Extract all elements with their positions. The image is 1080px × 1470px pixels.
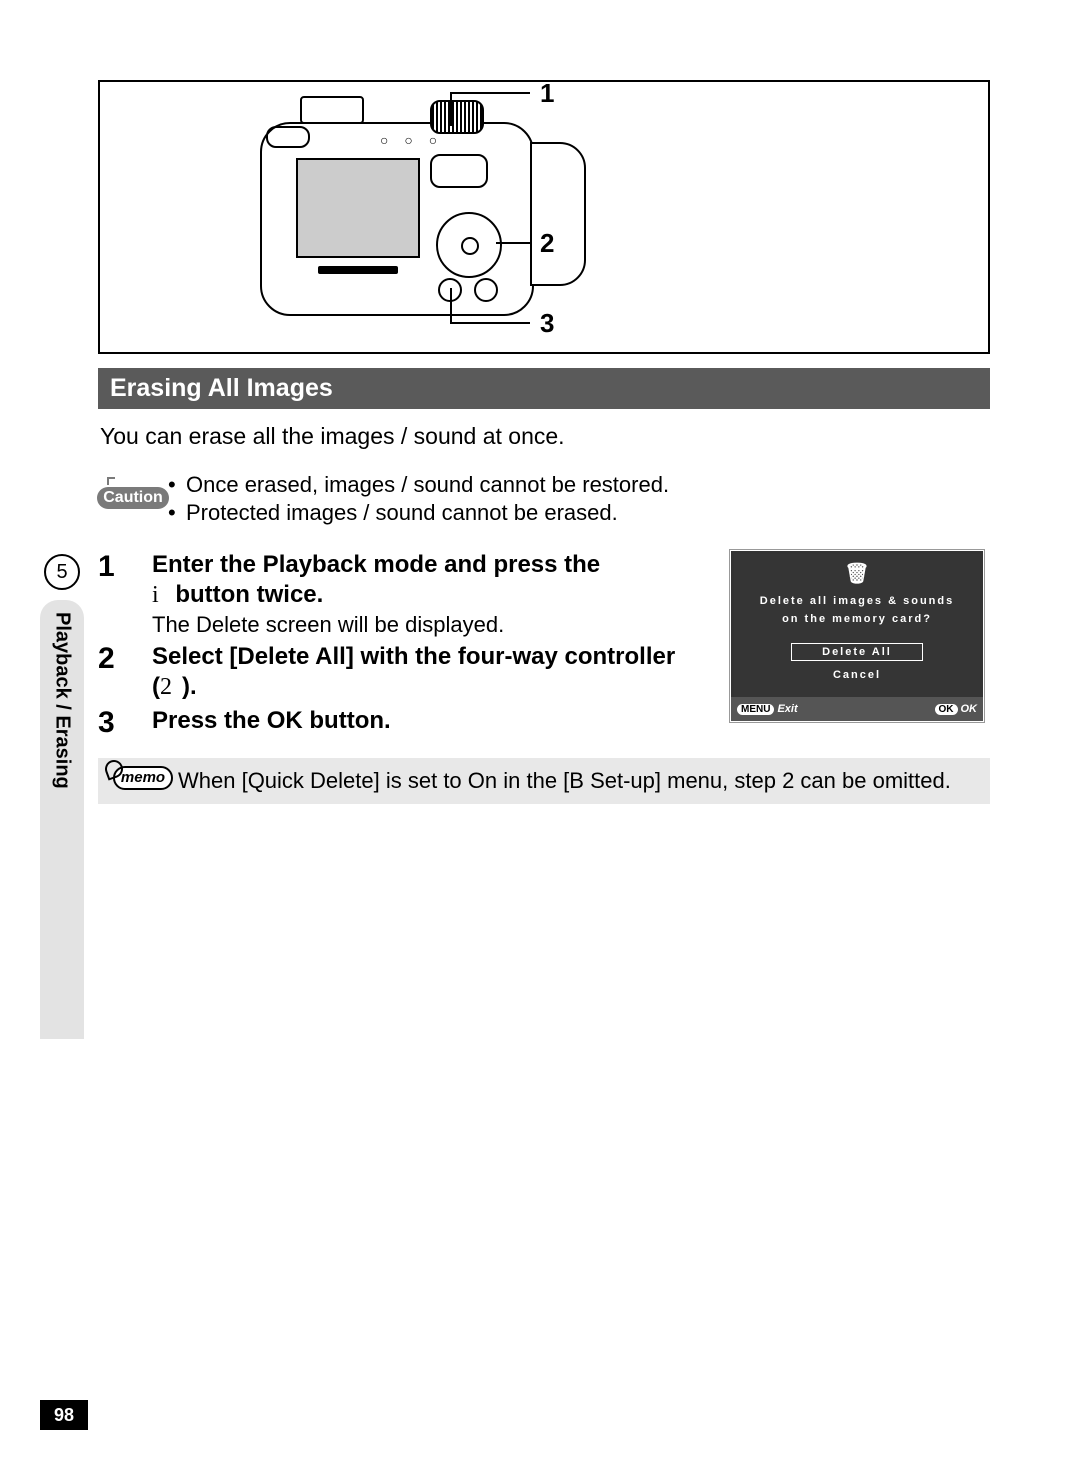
chapter-label: Playback / Erasing <box>51 612 74 789</box>
memo-icon: memo <box>113 766 173 790</box>
lcd-line1: Delete all images & sounds <box>731 595 983 607</box>
lcd-option-cancel: Cancel <box>791 667 923 683</box>
step-1: 1 Enter the Playback mode and press the … <box>98 550 720 638</box>
camera-figure: ○ ○ ○ 1 2 3 <box>98 80 990 354</box>
section-heading: Erasing All Images <box>98 368 990 409</box>
page-number: 98 <box>40 1400 88 1430</box>
lcd-menu-exit: MENUExit <box>737 703 798 715</box>
lcd-option-delete-all: Delete All <box>791 643 923 661</box>
trash-icon: 🗑 <box>731 561 983 586</box>
figure-callout-1: 1 <box>540 78 554 109</box>
lcd-ok: OKOK <box>935 703 978 715</box>
camera-lcd-preview: 🗑 Delete all images & sounds on the memo… <box>730 550 984 722</box>
caution-block: Caution Once erased, images / sound cann… <box>98 470 990 528</box>
camera-illustration: ○ ○ ○ <box>260 102 560 322</box>
section-intro: You can erase all the images / sound at … <box>100 423 990 450</box>
step-2: 2 Select [Delete All] with the four-way … <box>98 642 720 702</box>
figure-callout-3: 3 <box>540 308 554 339</box>
lcd-line2: on the memory card? <box>731 613 983 625</box>
caution-item: Once erased, images / sound cannot be re… <box>168 472 669 498</box>
memo-block: memo When [Quick Delete] is set to On in… <box>98 758 990 804</box>
caution-icon: Caution <box>97 487 169 509</box>
figure-callout-2: 2 <box>540 228 554 259</box>
chapter-number: 5 <box>44 554 80 590</box>
caution-item: Protected images / sound cannot be erase… <box>168 500 669 526</box>
step-3: 3 Press the OK button. <box>98 706 720 740</box>
memo-text: When [Quick Delete] is set to On in the … <box>178 766 951 796</box>
chapter-tab: 5 Playback / Erasing <box>40 554 84 1039</box>
